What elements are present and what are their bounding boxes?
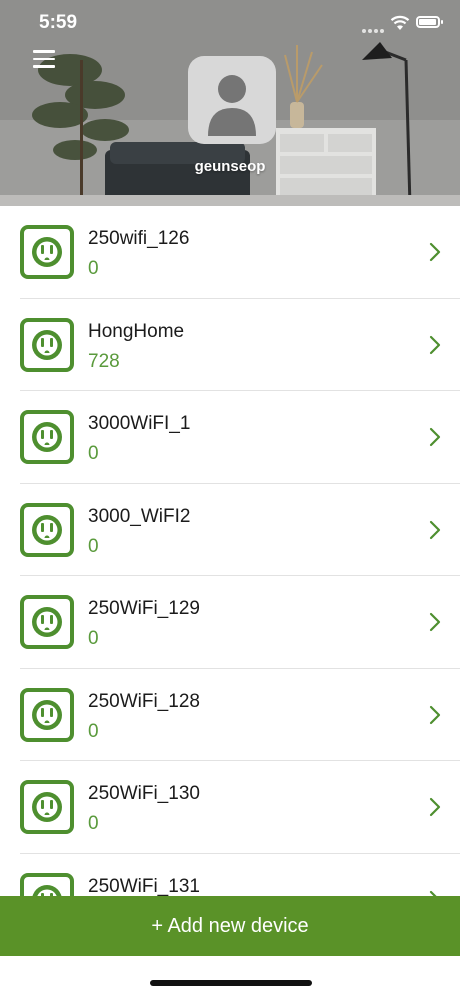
chevron-right-icon (429, 705, 441, 724)
power-outlet-icon (20, 502, 74, 557)
device-value: 0 (88, 443, 99, 464)
chevron-right-icon (429, 612, 441, 632)
device-name: HongHome (88, 320, 185, 342)
power-outlet-icon (20, 317, 74, 372)
power-outlet-icon (20, 410, 74, 464)
device-row[interactable]: 3000_WiFI2 0 (0, 484, 460, 577)
device-name: 250WiFi_130 (88, 783, 200, 804)
username-label: geunseop (194, 158, 266, 175)
device-name: 250WiFi_129 (88, 598, 200, 619)
chevron-right-icon (429, 427, 441, 447)
device-row[interactable]: 250WiFi_128 0 (0, 669, 460, 762)
menu-icon[interactable] (33, 50, 55, 68)
add-new-device-button[interactable]: + Add new device (0, 896, 460, 956)
device-list: 250wifi_126 0 HongHome 728 3000WiFI_1 0 … (0, 206, 460, 896)
chevron-right-icon (429, 520, 441, 539)
home-indicator[interactable] (150, 980, 312, 986)
device-name: 3000_WiFI2 (88, 505, 191, 527)
device-name: 250wifi_126 (88, 228, 190, 249)
user-avatar-icon[interactable] (188, 56, 276, 144)
cellular-signal-icon (362, 20, 388, 33)
profile-header: 5:59 geunseop (0, 0, 460, 206)
device-row[interactable]: 250WiFi_131 0 (0, 854, 460, 897)
device-value: 0 (88, 258, 99, 279)
device-row[interactable]: 3000WiFI_1 0 (0, 391, 460, 484)
power-outlet-icon (20, 687, 74, 742)
device-value: 0 (88, 813, 99, 834)
device-name: 250WiFi_128 (88, 690, 200, 712)
device-row[interactable]: 250WiFi_130 0 (0, 761, 460, 854)
device-row[interactable]: HongHome 728 (0, 299, 460, 392)
device-value: 0 (88, 628, 99, 649)
chevron-right-icon (429, 890, 438, 896)
device-value: 0 (88, 535, 99, 557)
chevron-right-icon (429, 242, 441, 262)
power-outlet-icon (20, 225, 74, 279)
device-value: 728 (88, 350, 120, 372)
device-value: 0 (88, 720, 99, 742)
power-outlet-icon (20, 872, 74, 896)
chevron-right-icon (429, 335, 441, 354)
status-bar: 5:59 (0, 0, 460, 44)
chevron-right-icon (429, 797, 441, 817)
power-outlet-icon (20, 595, 74, 649)
power-outlet-icon (20, 780, 74, 834)
device-name: 250WiFi_131 (88, 875, 200, 897)
device-row[interactable]: 250wifi_126 0 (0, 206, 460, 299)
wifi-icon (390, 15, 410, 30)
device-row[interactable]: 250WiFi_129 0 (0, 576, 460, 669)
device-name: 3000WiFI_1 (88, 413, 191, 434)
status-time: 5:59 (39, 12, 78, 33)
battery-icon (416, 16, 443, 28)
